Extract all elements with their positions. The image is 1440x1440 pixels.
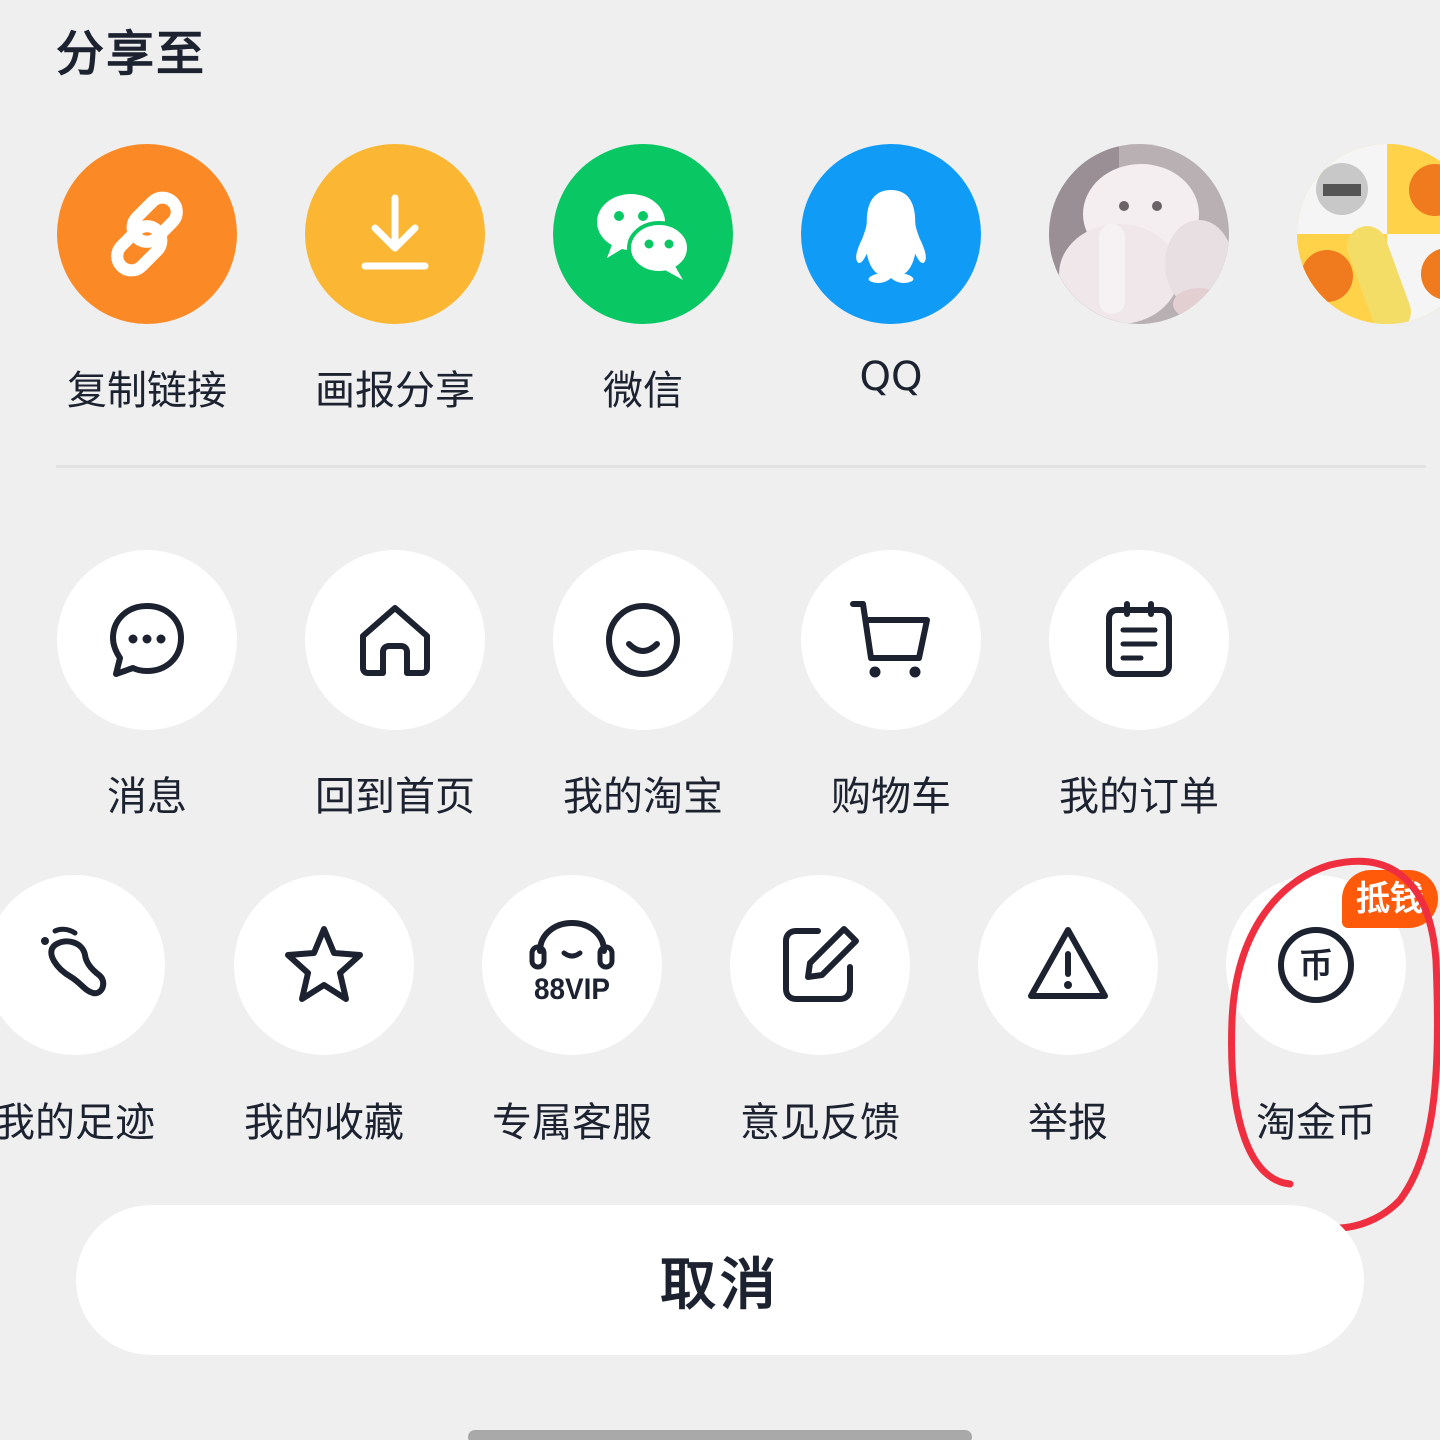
menu-label-report: 举报 <box>1028 1100 1108 1146</box>
menu-label-my-taobao: 我的淘宝 <box>563 774 723 820</box>
home-indicator[interactable] <box>468 1430 972 1440</box>
menu-label-orders: 我的订单 <box>1059 774 1219 820</box>
qq-button[interactable] <box>801 144 981 324</box>
cart-icon <box>850 601 930 678</box>
88vip-text: 88VIP <box>534 973 610 1006</box>
menu-item-customer-service[interactable]: 88VIP <box>482 875 662 1055</box>
copy-link-label: 复制链接 <box>67 368 227 414</box>
wechat-icon <box>597 194 691 280</box>
smile-icon <box>606 603 680 677</box>
menu-label-favorites: 我的收藏 <box>244 1100 404 1146</box>
star-icon <box>285 926 363 1002</box>
message-icon <box>110 603 184 677</box>
contact-avatar-cat[interactable] <box>1049 144 1229 324</box>
menu-item-orders[interactable] <box>1049 550 1229 730</box>
footprint-icon <box>41 926 107 997</box>
poster-share-button[interactable] <box>305 144 485 324</box>
coin-glyph: 币 <box>1299 946 1333 986</box>
share-title: 分享至 <box>56 26 207 82</box>
copy-link-button[interactable] <box>57 144 237 324</box>
menu-label-feedback: 意见反馈 <box>740 1100 900 1146</box>
share-sheet: 分享至 复制链接 画报分享 微信 QQ 消息 回到首页 我的淘宝 购物车 我的订… <box>0 0 1440 1440</box>
menu-item-message[interactable] <box>57 550 237 730</box>
wechat-button[interactable] <box>553 144 733 324</box>
menu-label-customer-service: 专属客服 <box>492 1100 652 1146</box>
poster-share-label: 画报分享 <box>315 368 475 414</box>
coin-badge: 抵钱 <box>1342 870 1438 928</box>
menu-item-feedback[interactable] <box>730 875 910 1055</box>
menu-item-home[interactable] <box>305 550 485 730</box>
cat-photo <box>1049 144 1229 324</box>
menu-item-cart[interactable] <box>801 550 981 730</box>
menu-item-my-taobao[interactable] <box>553 550 733 730</box>
menu-item-favorites[interactable] <box>234 875 414 1055</box>
contact-avatar-cartoon[interactable] <box>1297 144 1440 324</box>
coin-icon: 币 <box>1278 927 1354 1003</box>
link-icon <box>111 191 183 277</box>
menu-label-taobao-coins: 淘金币 <box>1256 1100 1376 1146</box>
menu-item-report[interactable] <box>978 875 1158 1055</box>
edit-icon <box>783 926 859 1002</box>
cancel-button[interactable]: 取消 <box>76 1205 1364 1355</box>
qq-label: QQ <box>859 354 923 400</box>
section-divider <box>56 465 1426 468</box>
menu-label-cart: 购物车 <box>831 774 951 820</box>
menu-label-footprint: 我的足迹 <box>0 1100 155 1146</box>
wechat-label: 微信 <box>603 368 683 414</box>
88vip-headset-icon: 88VIP <box>529 919 615 1006</box>
cartoon-photo <box>1297 144 1440 324</box>
home-icon <box>360 605 430 676</box>
qq-penguin-icon <box>856 190 926 283</box>
menu-label-message: 消息 <box>107 774 187 820</box>
warning-icon <box>1028 927 1108 999</box>
menu-label-home: 回到首页 <box>315 774 475 820</box>
download-icon <box>361 194 429 270</box>
order-icon <box>1106 601 1172 677</box>
menu-item-footprint[interactable] <box>0 875 165 1055</box>
